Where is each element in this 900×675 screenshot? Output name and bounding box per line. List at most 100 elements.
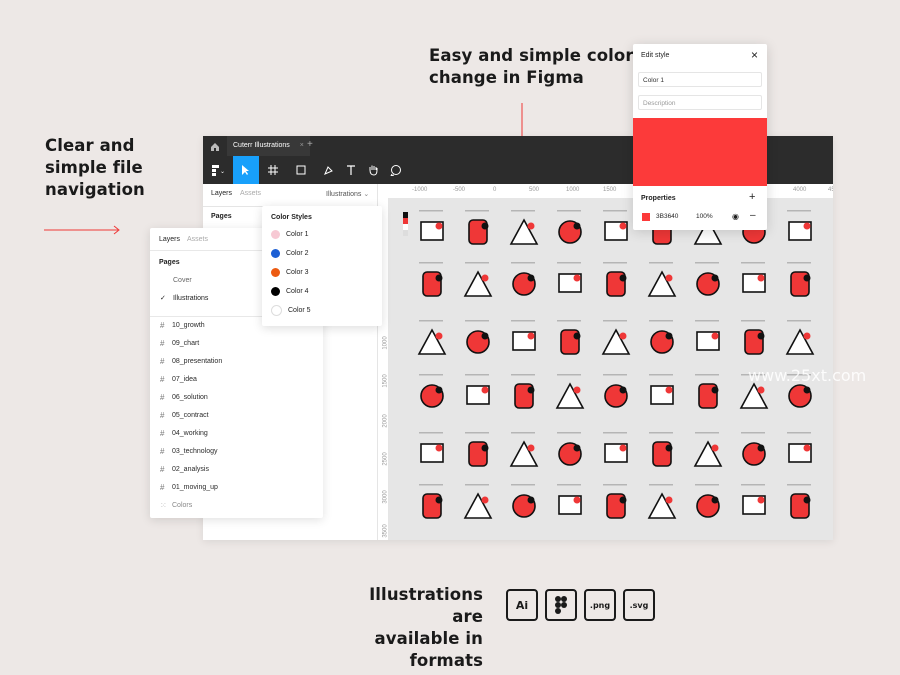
new-tab-icon[interactable]: + — [307, 139, 313, 150]
style-name-field[interactable]: Color 1 — [638, 72, 762, 87]
move-tool-icon[interactable] — [233, 156, 259, 184]
illustration-icon — [603, 432, 628, 463]
frame-item[interactable]: #05_contract — [150, 407, 323, 425]
ruler-tick: 4000 — [793, 187, 807, 193]
headline-line: simple file — [45, 158, 143, 177]
illustration-icon — [649, 374, 674, 405]
frame-item[interactable]: #02_analysis — [150, 461, 323, 479]
illustration-icon — [419, 484, 443, 519]
illustration-icon — [417, 320, 447, 355]
headline-color-change: Easy and simple color change in Figma — [429, 45, 634, 89]
illustration-icon — [695, 484, 720, 518]
tab-layers[interactable]: Layers — [159, 236, 180, 243]
hex-value[interactable]: 3B3640 — [656, 213, 678, 220]
illustration-icon — [603, 374, 628, 408]
color-style-label: Color 3 — [286, 269, 309, 276]
ruler-tick: 4500 — [828, 187, 833, 193]
ruler-tick: 2000 — [382, 414, 389, 428]
description-field[interactable]: Description — [638, 95, 762, 110]
illustration-icon — [511, 320, 536, 351]
illustration-icon — [741, 484, 766, 515]
file-tab[interactable]: Cuterr Illustrations × — [227, 136, 310, 156]
illustration-icon — [511, 262, 536, 296]
color-swatch-preview — [633, 118, 767, 186]
color-style-item[interactable]: Color 2 — [262, 244, 382, 263]
frame-label: 04_working — [172, 430, 208, 437]
tab-assets[interactable]: Assets — [187, 236, 208, 243]
frame-icon: # — [160, 375, 165, 384]
close-icon[interactable]: × — [751, 48, 758, 62]
png-format-icon: .png — [584, 589, 616, 621]
color-style-item[interactable]: Color 3 — [262, 263, 382, 282]
eye-icon[interactable]: ◉ — [732, 212, 739, 221]
illustration-icon — [419, 432, 444, 463]
color-swatch[interactable] — [642, 213, 650, 221]
frame-label: 03_technology — [172, 448, 218, 455]
colors-item[interactable]: ⁙ Colors — [150, 497, 323, 515]
illustration-icon — [419, 210, 444, 241]
add-icon[interactable]: + — [749, 191, 755, 203]
color-style-label: Color 5 — [288, 307, 311, 314]
pages-label: Pages — [159, 259, 180, 266]
figma-menu-icon[interactable]: ⌄ — [205, 156, 231, 184]
illustration-icon — [695, 262, 720, 296]
svg-text:⌄: ⌄ — [220, 169, 225, 175]
color-style-label: Color 1 — [286, 231, 309, 238]
color-style-item[interactable]: Color 4 — [262, 282, 382, 301]
color-styles-popup: Color Styles Color 1 Color 2 Color 3 Color … — [262, 206, 382, 326]
dashed-frame-icon: ⁙ — [160, 501, 167, 510]
illustration-icon — [511, 484, 536, 518]
swatch-strip — [403, 212, 408, 242]
close-icon[interactable]: × — [300, 142, 304, 149]
frame-label: 06_solution — [172, 394, 208, 401]
tab-layers[interactable]: Layers — [211, 190, 232, 197]
illustration-icon — [603, 210, 628, 241]
illustration-icon — [465, 320, 490, 354]
home-icon[interactable] — [209, 140, 221, 152]
illustration-icon — [693, 432, 723, 467]
frame-label: 02_analysis — [172, 466, 209, 473]
color-style-item[interactable]: Color 5 — [262, 301, 382, 320]
frame-item[interactable]: #07_idea — [150, 371, 323, 389]
format-label: .png — [589, 600, 611, 610]
format-label: Ai — [515, 598, 529, 612]
frame-item[interactable]: #03_technology — [150, 443, 323, 461]
color-style-item[interactable]: Color 1 — [262, 225, 382, 244]
color-styles-list: Color 1 Color 2 Color 3 Color 4 Color 5 — [262, 225, 382, 320]
ruler-tick: -1000 — [412, 187, 428, 193]
ai-format-icon: Ai — [506, 589, 538, 621]
tab-assets[interactable]: Assets — [240, 190, 261, 197]
illustration-icon — [463, 484, 493, 519]
opacity-value[interactable]: 100% — [696, 213, 713, 220]
headline-line: change in Figma — [429, 68, 584, 87]
frame-item[interactable]: #08_presentation — [150, 353, 323, 371]
frame-item[interactable]: #06_solution — [150, 389, 323, 407]
headline-line: Clear and — [45, 136, 135, 155]
frame-item[interactable]: #09_chart — [150, 335, 323, 353]
rectangle-tool-icon[interactable] — [289, 156, 315, 184]
frame-icon: # — [160, 357, 165, 366]
comment-tool-icon[interactable] — [383, 156, 409, 184]
color-style-label: Color 4 — [286, 288, 309, 295]
frame-tool-icon[interactable] — [261, 156, 287, 184]
illustration-icon — [787, 262, 811, 297]
frame-icon: # — [160, 447, 165, 456]
ruler-tick: 2500 — [382, 452, 389, 466]
page-dropdown[interactable]: Illustrations ⌄ — [326, 190, 369, 198]
illustration-icon — [557, 432, 582, 466]
illustration-icon — [557, 210, 582, 244]
illustration-icon — [511, 374, 535, 409]
frame-item[interactable]: #01_moving_up — [150, 479, 323, 497]
svg-format-icon: .svg — [623, 589, 655, 621]
frame-item[interactable]: #04_working — [150, 425, 323, 443]
remove-icon[interactable]: – — [750, 210, 756, 221]
color-styles-title: Color Styles — [271, 214, 312, 221]
illustration-icon — [649, 320, 674, 354]
frame-icon: # — [160, 321, 165, 330]
page-item-illustrations[interactable]: Illustrations — [173, 295, 208, 302]
page-item-cover[interactable]: Cover — [173, 277, 192, 284]
illustration-icon — [695, 374, 719, 409]
ruler-tick: 3500 — [382, 524, 389, 538]
illustration-icon — [555, 374, 585, 409]
headline-line: Easy and simple color — [429, 46, 634, 65]
